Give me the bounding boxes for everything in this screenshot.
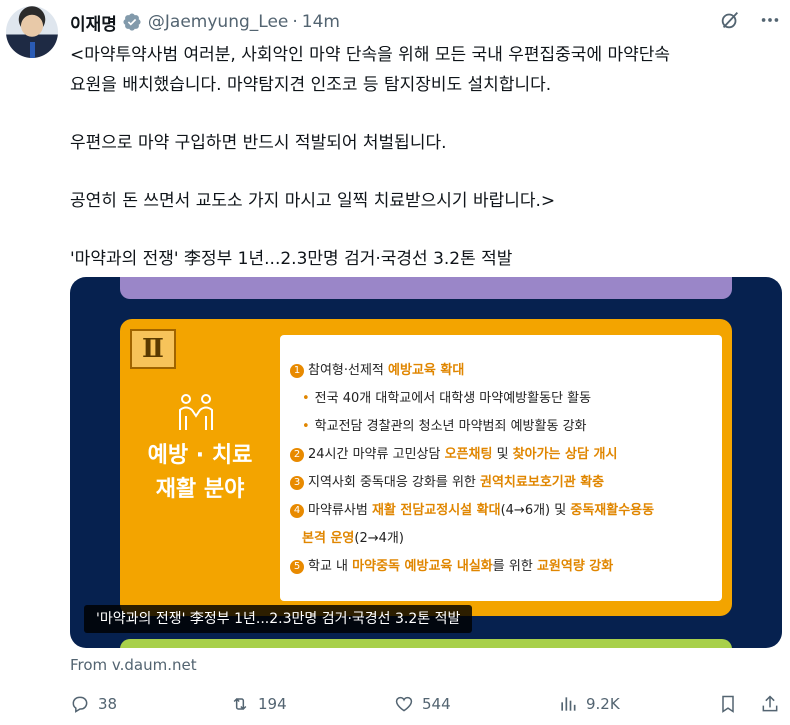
tweet-line: 공연히 돈 쓰면서 교도소 가지 마시고 일찍 치료받으시기 바랍니다.>	[70, 191, 556, 211]
views-count: 9.2K	[586, 695, 620, 713]
author-handle[interactable]: @Jaemyung_Lee	[148, 12, 288, 32]
item-highlight: 중독재활수용동	[570, 503, 655, 518]
policy-item: 3 지역사회 중독대응 강화를 위한 권역치료보호기관 확충	[290, 471, 604, 490]
bullet: •	[302, 391, 310, 406]
link-source[interactable]: From v.daum.net	[70, 656, 197, 674]
tweet-header: 이재명 @Jaemyung_Lee · 14m	[70, 8, 340, 36]
like-button[interactable]: 544	[394, 694, 451, 714]
tweet-actions: 38 194 544 9.2K	[70, 694, 782, 722]
item-text: 를 위한	[492, 559, 537, 574]
policy-subitem: • 학교전담 경찰관의 청소년 마약범죄 예방활동 강화	[302, 415, 587, 434]
item-number: 3	[290, 476, 304, 490]
policy-item-continued: 본격 운영(2→4개)	[302, 527, 404, 546]
reply-icon	[72, 696, 88, 713]
item-text: 학교 내	[308, 559, 353, 574]
tweet-line: 우편으로 마약 구입하면 반드시 적발되어 처벌됩니다.	[70, 133, 447, 153]
item-number: 2	[290, 448, 304, 462]
views-icon	[561, 697, 576, 711]
item-highlight: 교원역량 강화	[536, 559, 614, 574]
tweet-text: <마약투약사범 여러분, 사회악인 마약 단속을 위해 모든 국내 우편집중국에…	[70, 40, 782, 274]
item-text: (2→4개)	[354, 531, 404, 546]
section-title-line: 재활 분야	[155, 477, 245, 502]
policy-item: 2 24시간 마약류 고민상담 오픈채팅 및 찾아가는 상담 개시	[290, 443, 617, 462]
item-highlight: 마약중독 예방교육 내실화	[352, 559, 493, 574]
avatar[interactable]	[6, 6, 58, 58]
section-number: Ⅱ	[130, 329, 176, 369]
tweet-line: <마약투약사범 여러분, 사회악인 마약 단속을 위해 모든 국내 우편집중국에…	[70, 45, 671, 65]
views-button[interactable]: 9.2K	[558, 694, 620, 714]
section-title: 예방 · 치료 재활 분야	[135, 439, 265, 507]
policy-list-panel: 1 참여형·선제적 예방교육 확대 • 전국 40개 대학교에서 대학생 마약예방활…	[280, 335, 722, 601]
reply-button[interactable]: 38	[70, 694, 117, 714]
reply-count: 38	[98, 695, 118, 713]
share-icon	[762, 695, 778, 712]
item-highlight: 찾아가는 상담 개시	[512, 447, 618, 462]
repost-count: 194	[258, 695, 287, 713]
item-number: 5	[290, 560, 304, 574]
item-text: 참여형·선제적	[308, 363, 389, 378]
grok-icon[interactable]	[718, 8, 742, 32]
bookmark-button[interactable]	[718, 694, 746, 714]
bookmark-icon	[722, 695, 734, 713]
media-card[interactable]: Ⅱ 예방 · 치료 재활 분야 1 참여형·선제적 예방교육 확대 • 전국 40개…	[70, 277, 782, 648]
infographic-section: Ⅱ 예방 · 치료 재활 분야 1 참여형·선제적 예방교육 확대 • 전국 40개…	[120, 319, 732, 616]
media-caption[interactable]: '마약과의 전쟁' 李정부 1년...2.3만명 검거·국경선 3.2톤 적발	[84, 605, 473, 633]
purple-section-edge	[120, 277, 732, 299]
author-name[interactable]: 이재명	[70, 10, 117, 35]
verified-badge-icon	[123, 13, 141, 31]
item-text: 24시간 마약류 고민상담	[308, 447, 445, 462]
item-highlight: 권역치료보호기관 확충	[480, 475, 605, 490]
item-number: 4	[290, 504, 304, 518]
policy-subitem: • 전국 40개 대학교에서 대학생 마약예방활동단 활동	[302, 387, 591, 406]
repost-button[interactable]: 194	[230, 694, 287, 714]
repost-icon	[233, 697, 247, 711]
item-text: (4→6개) 및	[500, 503, 571, 518]
item-text: 지역사회 중독대응 강화를 위한	[308, 475, 481, 490]
item-text: 및	[492, 447, 513, 462]
tweet-line: '마약과의 전쟁' 李정부 1년...2.3만명 검거·국경선 3.2톤 적발	[70, 249, 513, 269]
item-text: 학교전담 경찰관의 청소년 마약범죄 예방활동 강화	[314, 419, 587, 434]
item-text: 전국 40개 대학교에서 대학생 마약예방활동단 활동	[314, 391, 592, 406]
like-icon	[395, 696, 413, 712]
item-highlight: 예방교육 확대	[388, 363, 465, 378]
item-highlight: 재활 전담교정시설 확대	[371, 503, 501, 518]
policy-item: 4 마약류사범 재활 전담교정시설 확대(4→6개) 및 중독재활수용동	[290, 499, 654, 518]
like-count: 544	[422, 695, 451, 713]
more-icon[interactable]	[758, 8, 782, 32]
timestamp[interactable]: 14m	[302, 12, 340, 32]
separator-dot: ·	[292, 12, 298, 32]
policy-item: 5 학교 내 마약중독 예방교육 내실화를 위한 교원역량 강화	[290, 555, 613, 574]
policy-item: 1 참여형·선제적 예방교육 확대	[290, 359, 464, 378]
people-icon	[179, 394, 213, 430]
green-section-edge	[120, 639, 732, 648]
item-text: 마약류사범	[308, 503, 372, 518]
bullet: •	[302, 419, 310, 434]
item-highlight: 본격 운영	[302, 531, 355, 546]
section-title-line: 예방 · 치료	[147, 443, 253, 468]
share-button[interactable]	[760, 694, 788, 714]
item-highlight: 오픈채팅	[444, 447, 493, 462]
item-number: 1	[290, 364, 304, 378]
tweet-line: 요원을 배치했습니다. 마약탐지견 인조코 등 탐지장비도 설치합니다.	[70, 75, 552, 95]
